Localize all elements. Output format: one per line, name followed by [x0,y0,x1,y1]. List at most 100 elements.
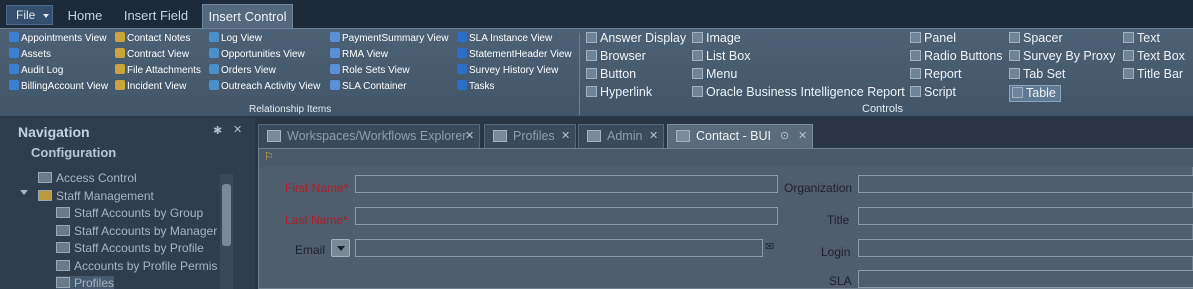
document-tabs: Workspaces/Workflows Explorer ✕ Profiles ✕ A… [255,118,1193,148]
control-panel[interactable]: Panel [910,31,956,46]
relationship-item-contract-view[interactable]: Contract View [115,48,189,61]
relationship-item-tasks[interactable]: Tasks [457,80,495,93]
relationship-item-icon [9,32,19,42]
doc-tab-contact-bui[interactable]: Contact - BUI ✕ ⊙ [667,124,813,148]
control-label: Report [924,67,962,81]
first-name-field[interactable] [355,175,778,193]
gear-icon[interactable]: ✱ [213,124,222,137]
relationship-item-icon [457,80,467,90]
relationship-item-incident-view[interactable]: Incident View [115,80,186,93]
relationship-item-icon [115,48,125,58]
email-type-dropdown[interactable] [331,239,350,257]
relationship-item-appointments-view[interactable]: Appointments View [9,32,106,45]
organization-field[interactable] [858,175,1193,193]
relationship-item-contact-notes[interactable]: Contact Notes [115,32,190,45]
close-tab-icon[interactable]: ✕ [649,125,658,147]
relationship-item-statementheader-view[interactable]: StatementHeader View [457,48,572,61]
control-radio-buttons-icon [910,50,921,61]
control-image[interactable]: Image [692,31,741,46]
doc-tab-label: Workspaces/Workflows Explorer [287,129,467,143]
close-tab-icon[interactable]: ✕ [798,125,807,147]
doc-tab-label: Profiles [513,129,555,143]
relationship-item-label: Audit Log [21,65,64,76]
control-script[interactable]: Script [910,85,956,100]
control-table[interactable]: Table [1009,85,1061,102]
tab-home[interactable]: Home [58,4,112,28]
nav-item-profiles[interactable]: Profiles [56,276,115,289]
control-label: Survey By Proxy [1023,49,1116,63]
relationship-item-rma-view[interactable]: RMA View [330,48,388,61]
relationship-item-survey-history-view[interactable]: Survey History View [457,64,558,77]
relationship-item-log-view[interactable]: Log View [209,32,262,45]
nav-item-accounts-by-profile-permissions[interactable]: Accounts by Profile Permissions [56,259,218,273]
file-menu-button[interactable]: File [6,5,53,25]
control-menu[interactable]: Menu [692,67,737,82]
control-text[interactable]: Text [1123,31,1160,46]
relationship-item-orders-view[interactable]: Orders View [209,64,276,77]
control-answer-display[interactable]: Answer Display [586,31,686,46]
control-list-box[interactable]: List Box [692,49,750,64]
ribbon-tab-strip: File Home Insert Field Insert Control [0,0,1193,28]
nav-item-label: Staff Accounts by Manager [74,224,218,238]
email-label: Email [295,243,326,257]
relationship-item-sla-container[interactable]: SLA Container [330,80,407,93]
relationship-item-paymentsummary-view[interactable]: PaymentSummary View [330,32,449,45]
relationship-item-billingaccount-view[interactable]: BillingAccount View [9,80,108,93]
relationship-item-role-sets-view[interactable]: Role Sets View [330,64,410,77]
nav-item-staff-accounts-by-profile[interactable]: Staff Accounts by Profile [56,241,204,255]
control-survey-by-proxy[interactable]: Survey By Proxy [1009,49,1115,64]
control-browser[interactable]: Browser [586,49,646,64]
control-label: Title Bar [1137,67,1184,81]
relationship-item-icon [209,80,219,90]
nav-item-label: Access Control [56,171,137,185]
control-radio-buttons[interactable]: Radio Buttons [910,49,1003,64]
flag-bar: ⚐ [259,149,1193,167]
relationship-item-opportunities-view[interactable]: Opportunities View [209,48,305,61]
control-list-box-icon [692,50,703,61]
flag-icon[interactable]: ⚐ [264,150,274,163]
relationship-item-label: Appointments View [21,33,107,44]
control-spacer[interactable]: Spacer [1009,31,1063,46]
doc-tab-workspaces-workflows-explorer[interactable]: Workspaces/Workflows Explorer ✕ [258,124,480,148]
control-oracle-business-intelligence-report[interactable]: Oracle Business Intelligence Report [692,85,905,100]
mail-icon[interactable]: ✉ [765,240,774,253]
doc-tab-label: Admin [607,129,643,143]
report-icon [38,172,52,183]
expand-icon[interactable] [20,190,28,195]
tab-insert-control[interactable]: Insert Control [202,4,293,28]
control-tab-set[interactable]: Tab Set [1009,67,1065,82]
sla-field[interactable] [858,270,1193,288]
relationship-item-audit-log[interactable]: Audit Log [9,64,63,77]
relationship-item-file-attachments[interactable]: File Attachments [115,64,201,77]
nav-item-staff-management[interactable]: Staff Management [38,189,154,203]
control-title-bar[interactable]: Title Bar [1123,67,1183,82]
control-text-box[interactable]: Text Box [1123,49,1185,64]
control-report[interactable]: Report [910,67,962,82]
relationship-item-assets[interactable]: Assets [9,48,51,61]
control-label: Oracle Business Intelligence Report [706,85,905,99]
control-hyperlink[interactable]: Hyperlink [586,85,652,100]
close-tab-icon[interactable]: ✕ [561,125,570,147]
relationship-item-icon [457,32,467,42]
report-icon [56,207,70,218]
nav-item-access-control[interactable]: Access Control [38,171,137,185]
relationship-item-outreach-activity-view[interactable]: Outreach Activity View [209,80,320,93]
nav-scrollbar-thumb[interactable] [222,184,231,246]
contact-form: ⚐ First Name* Last Name* Email ✉ Organiz… [258,148,1193,289]
title-field[interactable] [858,207,1193,225]
email-field[interactable] [355,239,763,257]
nav-item-staff-accounts-by-group[interactable]: Staff Accounts by Group [56,206,203,220]
last-name-field[interactable] [355,207,778,225]
control-button[interactable]: Button [586,67,636,82]
tab-insert-field[interactable]: Insert Field [116,4,196,28]
doc-tab-profiles[interactable]: Profiles ✕ [484,124,576,148]
close-tab-icon[interactable]: ✕ [465,125,474,147]
pin-icon[interactable]: ⊙ [780,125,789,147]
relationship-item-icon [209,48,219,58]
login-field[interactable] [858,239,1193,257]
title-label: Title [827,213,850,227]
doc-tab-admin[interactable]: Admin ✕ [578,124,664,148]
nav-item-staff-accounts-by-manager[interactable]: Staff Accounts by Manager [56,224,217,238]
relationship-item-sla-instance-view[interactable]: SLA Instance View [457,32,552,45]
close-icon[interactable]: ✕ [233,123,242,136]
